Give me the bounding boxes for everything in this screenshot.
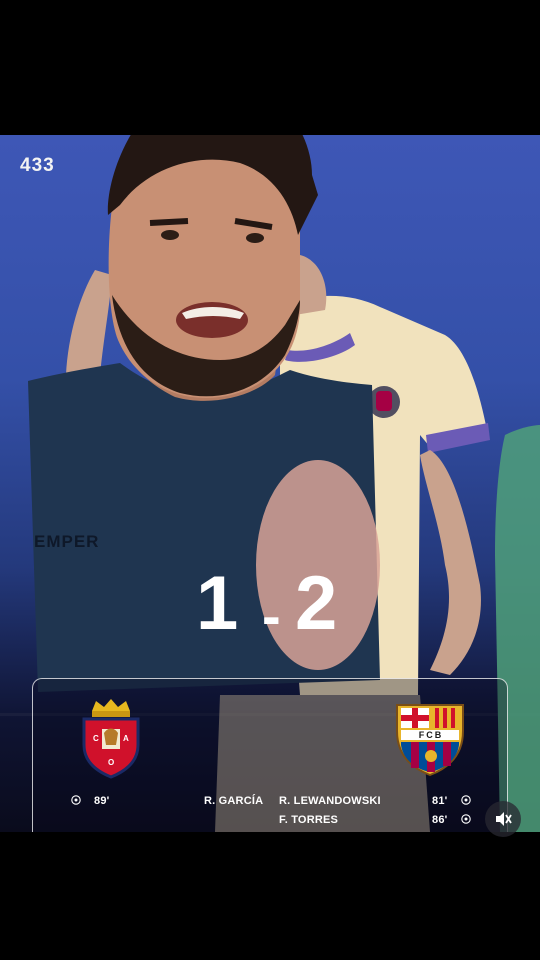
away-goal-scorer-2: F. TORRES xyxy=(279,814,339,826)
speaker-muted-icon xyxy=(496,812,512,826)
barcelona-crest-text: FCB xyxy=(418,730,444,740)
away-goal-scorer-1: R. LEWANDOWSKI xyxy=(279,795,381,807)
jersey-text: EMPER xyxy=(34,532,100,551)
away-goal-minute-1: 81' xyxy=(432,795,448,807)
away-goal-minute-2: 86' xyxy=(432,814,448,826)
svg-text:C: C xyxy=(93,734,99,743)
mute-button[interactable] xyxy=(485,801,521,837)
goal-ball-icon xyxy=(461,795,471,805)
osasuna-crest-icon: C A O xyxy=(82,699,140,779)
home-score: 1 xyxy=(196,561,239,646)
home-goal-minute: 89' xyxy=(94,795,110,807)
svg-text:O: O xyxy=(108,758,114,767)
score-separator: - xyxy=(262,584,281,647)
away-score: 2 xyxy=(295,561,338,646)
goal-ball-icon xyxy=(461,814,471,824)
svg-text:A: A xyxy=(123,734,129,743)
home-goal-scorer: R. GARCÍA xyxy=(204,795,264,807)
goal-ball-icon xyxy=(71,795,81,805)
